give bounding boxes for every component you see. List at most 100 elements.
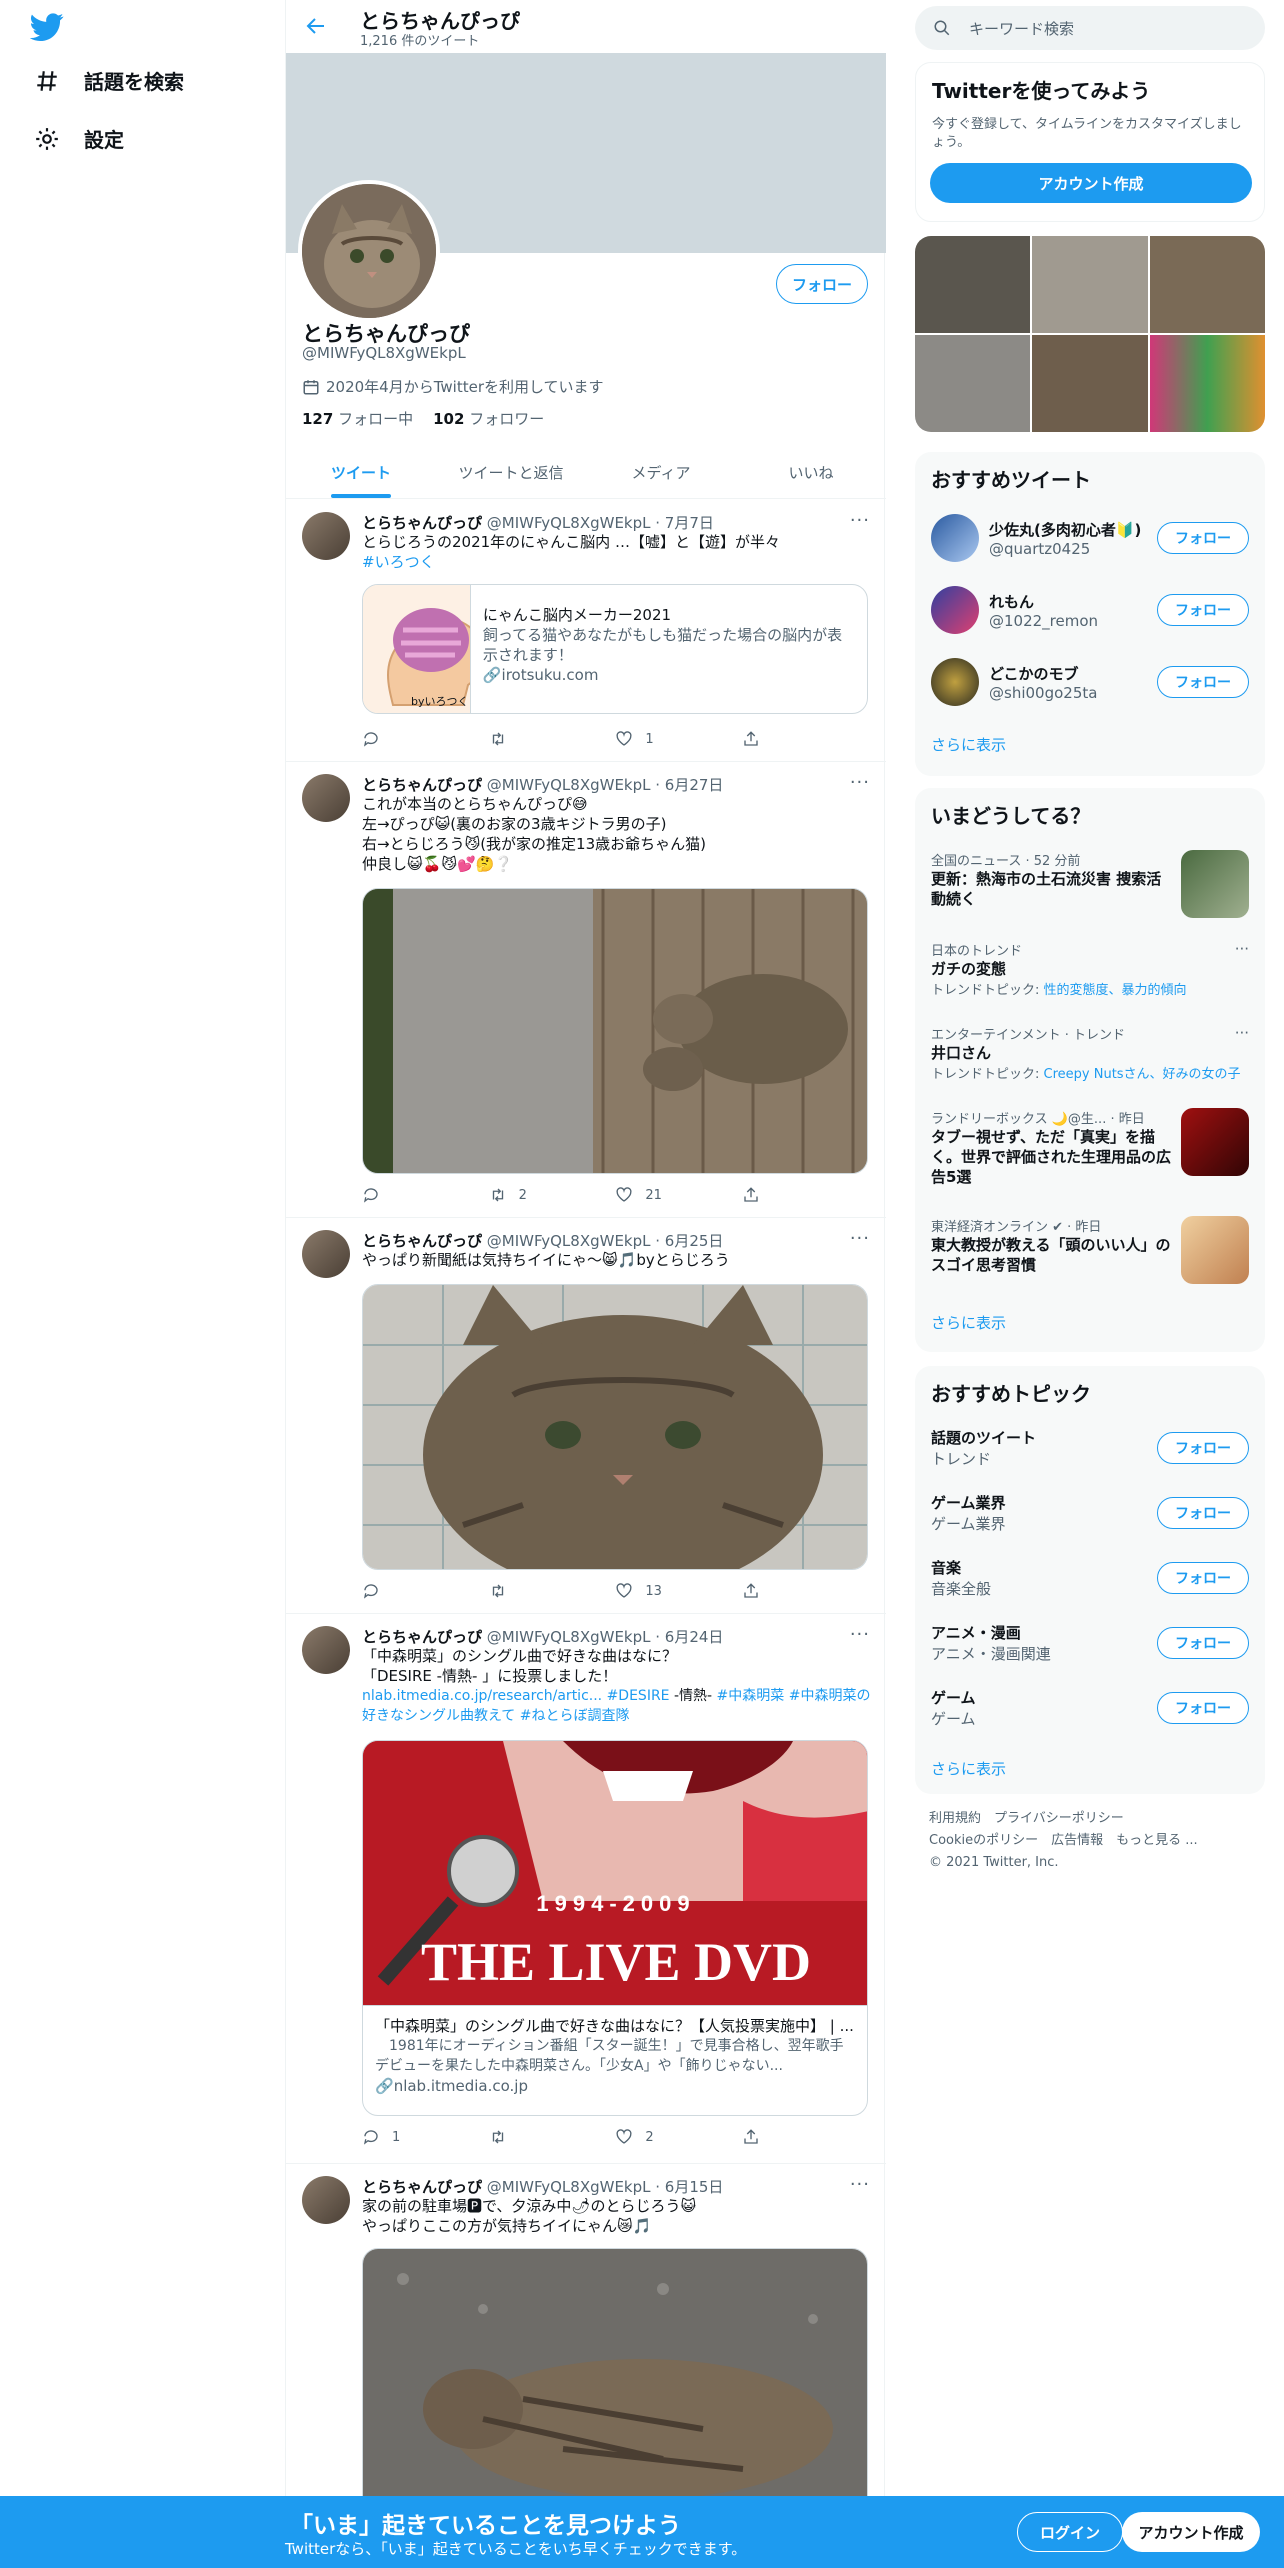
profile-handle: @MIWFyQL8XgWEkpL [302, 344, 466, 362]
retweet-button[interactable]: 2 [489, 1186, 549, 1204]
follow-button[interactable]: フォロー [1157, 1692, 1249, 1724]
topic-item[interactable]: 話題のツイート トレンド フォロー [931, 1418, 1249, 1478]
show-more-link[interactable]: さらに表示 [931, 1312, 1006, 1333]
footer-line[interactable]: 利用規約 プライバシーポリシー [929, 1808, 1198, 1830]
topic-name: アニメ・漫画 [931, 1624, 1021, 1642]
back-arrow-icon[interactable] [304, 14, 328, 38]
follow-button[interactable]: フォロー [776, 264, 868, 304]
tweet-author[interactable]: とらちゃんぴっぴ [362, 514, 482, 532]
follow-button[interactable]: フォロー [1157, 594, 1249, 626]
avatar[interactable] [302, 1230, 350, 1278]
recommended-user[interactable]: れもん @1022_remon フォロー [931, 580, 1249, 640]
signup-button[interactable]: アカウント作成 [930, 163, 1252, 203]
media-thumb[interactable] [915, 335, 1031, 432]
media-thumb[interactable] [915, 236, 1031, 333]
trend-item[interactable]: ランドリーボックス 🌙@生... · 昨日 タブー視せず、ただ「真実」を描く。世… [931, 1108, 1249, 1198]
retweet-button[interactable] [489, 1582, 549, 1600]
share-button[interactable] [742, 2128, 802, 2146]
avatar[interactable] [302, 774, 350, 822]
tweet-item[interactable]: とらちゃんぴっぴ @MIWFyQL8XgWEkpL · 7月7日 ··· とらじ… [286, 500, 886, 762]
media-thumb[interactable] [1032, 236, 1148, 333]
search-input[interactable]: キーワード検索 [915, 6, 1265, 50]
more-icon[interactable]: ··· [1235, 1024, 1249, 1042]
tweet-hashtag[interactable]: #いろつく [362, 552, 872, 572]
nav-explore-label: 話題を検索 [84, 70, 184, 94]
card-thumbnail: byいろつく [363, 585, 471, 713]
tweet-url[interactable]: nlab.itmedia.co.jp/research/artic... [362, 1688, 602, 1704]
nav-explore[interactable]: 話題を検索 [34, 66, 184, 95]
card-years: 1994-2009 [536, 1891, 696, 1916]
reply-button[interactable] [362, 1186, 422, 1204]
trend-item[interactable]: 日本のトレンド ガチの変態 トレンドトピック: 性的変態度、暴力的傾向 ··· [931, 940, 1249, 998]
topic-item[interactable]: アニメ・漫画 アニメ・漫画関連 フォロー [931, 1613, 1249, 1673]
media-thumb[interactable] [1149, 335, 1265, 432]
follow-button[interactable]: フォロー [1157, 666, 1249, 698]
media-thumb[interactable] [1149, 236, 1265, 333]
recommended-user[interactable]: 少佐丸(多肉初心者🔰) @quartz0425 フォロー [931, 508, 1249, 568]
follow-button[interactable]: フォロー [1157, 1562, 1249, 1594]
reply-button[interactable] [362, 1582, 422, 1600]
media-thumb[interactable] [1032, 335, 1148, 432]
topic-item[interactable]: 音楽 音楽全般 フォロー [931, 1548, 1249, 1608]
more-icon[interactable]: ··· [850, 772, 870, 793]
recommended-user[interactable]: どこかのモブ @shi00go25ta フォロー [931, 652, 1249, 712]
trend-item[interactable]: 東洋経済オンライン ✔ · 昨日 東大教授が教える「頭のいい人」のスゴイ思考習慣 [931, 1216, 1249, 1288]
footer-line[interactable]: Cookieのポリシー 広告情報 もっと見る ... [929, 1830, 1198, 1852]
retweet-button[interactable] [489, 730, 549, 748]
nav-settings[interactable]: 設定 [34, 124, 124, 153]
share-button[interactable] [742, 730, 802, 748]
profile-avatar[interactable] [298, 180, 440, 322]
avatar[interactable] [302, 512, 350, 560]
topic-item[interactable]: ゲーム ゲーム フォロー [931, 1678, 1249, 1738]
tweet-hashtag[interactable]: #DESIRE [607, 1688, 670, 1704]
tweet-item[interactable]: とらちゃんぴっぴ @MIWFyQL8XgWEkpL · 6月27日 ··· これ… [286, 762, 886, 1218]
trend-title: 更新：熱海市の土石流災害 捜索活動続く [931, 870, 1162, 908]
topic-item[interactable]: ゲーム業界 ゲーム業界 フォロー [931, 1483, 1249, 1543]
reply-button[interactable]: 1 [362, 2128, 422, 2146]
more-icon[interactable]: ··· [850, 1624, 870, 1645]
follow-button[interactable]: フォロー [1157, 1627, 1249, 1659]
follow-button[interactable]: フォロー [1157, 1497, 1249, 1529]
avatar[interactable] [302, 1626, 350, 1674]
like-button[interactable]: 13 [615, 1582, 675, 1600]
retweet-button[interactable] [489, 2128, 549, 2146]
twitter-logo-icon[interactable] [30, 10, 64, 44]
tab-media[interactable]: メディア [586, 446, 736, 498]
followers-link[interactable]: 102 フォロワー [433, 408, 544, 429]
like-button[interactable]: 1 [615, 730, 675, 748]
like-button[interactable]: 21 [615, 1186, 675, 1204]
more-icon[interactable]: ··· [850, 510, 870, 531]
login-button[interactable]: ログイン [1017, 2512, 1123, 2552]
trend-sub-links[interactable]: 性的変態度、暴力的傾向 [1044, 983, 1187, 998]
following-link[interactable]: 127 フォロー中 [302, 408, 413, 429]
follow-button[interactable]: フォロー [1157, 522, 1249, 554]
show-more-link[interactable]: さらに表示 [931, 1758, 1006, 1779]
follow-button[interactable]: フォロー [1157, 1432, 1249, 1464]
more-icon[interactable]: ··· [1235, 940, 1249, 958]
link-card[interactable]: 1994-2009 THE LIVE DVD 「中森明菜」のシングル曲で好きな曲… [362, 1740, 868, 2116]
signup-button[interactable]: アカウント作成 [1122, 2512, 1260, 2552]
share-button[interactable] [742, 1186, 802, 1204]
avatar[interactable] [302, 2176, 350, 2224]
tab-tweets[interactable]: ツイート [286, 446, 436, 498]
tweet-item[interactable]: とらちゃんぴっぴ @MIWFyQL8XgWEkpL · 6月24日 ··· 「中… [286, 1614, 886, 2164]
tweet-author[interactable]: とらちゃんぴっぴ [362, 1232, 482, 1250]
tweet-author[interactable]: とらちゃんぴっぴ [362, 776, 482, 794]
reply-button[interactable] [362, 730, 422, 748]
show-more-link[interactable]: さらに表示 [931, 734, 1006, 755]
tweet-photo[interactable] [362, 888, 868, 1174]
tweet-item[interactable]: とらちゃんぴっぴ @MIWFyQL8XgWEkpL · 6月25日 ··· やっ… [286, 1218, 886, 1614]
tab-tweets-replies[interactable]: ツイートと返信 [436, 446, 586, 498]
trend-sub-links[interactable]: Creepy Nutsさん、好みの女の子 [1044, 1067, 1241, 1082]
tab-likes[interactable]: いいね [736, 446, 886, 498]
trend-item[interactable]: エンターテインメント · トレンド 井口さん トレンドトピック: Creepy … [931, 1024, 1249, 1082]
link-card[interactable]: byいろつく にゃんこ脳内メーカー2021 飼ってる猫やあなたがもしも猫だった場… [362, 584, 868, 714]
share-button[interactable] [742, 1582, 802, 1600]
tweet-author[interactable]: とらちゃんぴっぴ [362, 2178, 482, 2196]
like-button[interactable]: 2 [615, 2128, 675, 2146]
more-icon[interactable]: ··· [850, 2174, 870, 2195]
trend-item[interactable]: 全国のニュース · 52 分前 更新：熱海市の土石流災害 捜索活動続く [931, 850, 1249, 922]
more-icon[interactable]: ··· [850, 1228, 870, 1249]
tweet-photo[interactable] [362, 1284, 868, 1570]
tweet-author[interactable]: とらちゃんぴっぴ [362, 1628, 482, 1646]
